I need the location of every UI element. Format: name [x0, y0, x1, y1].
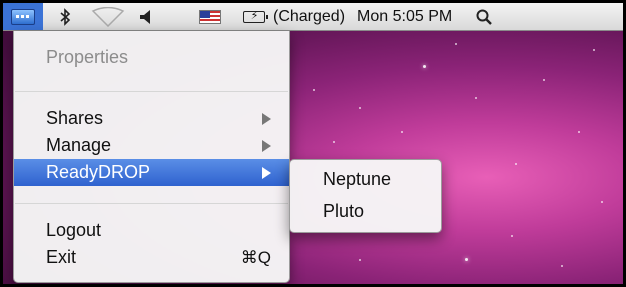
submenu-item-neptune[interactable]: Neptune: [290, 166, 441, 193]
menu-item-shares[interactable]: Shares: [14, 105, 289, 132]
star: [401, 131, 403, 133]
menu-item-exit[interactable]: Exit ⌘Q: [14, 244, 289, 271]
spotlight-menu[interactable]: [460, 3, 500, 30]
menu-item-logout[interactable]: Logout: [14, 217, 289, 244]
input-source-menu[interactable]: [161, 3, 229, 30]
wifi-menu[interactable]: [79, 3, 133, 30]
star: [423, 65, 426, 68]
keyboard-shortcut: ⌘Q: [240, 247, 271, 267]
star: [515, 163, 517, 165]
battery-icon: ⚡: [243, 10, 268, 23]
menu-item-readydrop[interactable]: ReadyDROP: [14, 159, 289, 186]
menu-clock[interactable]: Mon 5:05 PM: [353, 3, 460, 30]
spotlight-search-icon: [476, 9, 493, 25]
menu-item-label: ReadyDROP: [46, 162, 151, 182]
menu-item-label: Neptune: [323, 169, 392, 189]
submenu-arrow-icon: [262, 112, 271, 125]
menu-item-label: Logout: [46, 220, 102, 240]
menu-item-label: Exit: [46, 247, 77, 267]
star: [578, 131, 580, 133]
battery-status: (Charged): [273, 7, 346, 25]
star: [601, 201, 603, 203]
us-flag-icon: [199, 9, 221, 24]
star: [333, 141, 335, 143]
menu-item-label: Pluto: [323, 201, 365, 221]
star: [475, 97, 477, 99]
star: [455, 43, 457, 45]
clock-label: Mon 5:05 PM: [357, 7, 453, 25]
star: [543, 79, 545, 81]
status-dropdown-menu: Properties Shares Manage ReadyDROP Logou…: [13, 31, 290, 283]
bluetooth-icon: [60, 7, 71, 26]
submenu-item-pluto[interactable]: Pluto: [290, 198, 441, 225]
star: [359, 107, 361, 109]
menu-separator: [15, 91, 288, 92]
menu-bar: ⚡ (Charged) Mon 5:05 PM: [3, 3, 623, 31]
submenu-arrow-icon: [262, 139, 271, 152]
star: [313, 89, 315, 91]
star: [593, 49, 595, 51]
star: [359, 259, 361, 261]
volume-icon: [140, 9, 150, 24]
app-menu-icon: [11, 8, 35, 25]
star: [465, 258, 468, 261]
menu-item-properties[interactable]: Properties: [14, 44, 289, 71]
star: [511, 235, 513, 237]
menu-item-manage[interactable]: Manage: [14, 132, 289, 159]
menu-item-label: Properties: [46, 47, 129, 67]
volume-menu[interactable]: [133, 3, 161, 30]
menu-item-label: Shares: [46, 108, 104, 128]
menu-item-label: Manage: [46, 135, 112, 155]
app-status-menu[interactable]: [3, 3, 43, 30]
battery-menu[interactable]: ⚡ (Charged): [229, 3, 353, 30]
wifi-icon: [91, 6, 125, 27]
screenshot-frame: ⚡ (Charged) Mon 5:05 PM Properties Share…: [0, 0, 626, 287]
star: [561, 265, 563, 267]
readydrop-submenu: Neptune Pluto: [289, 159, 442, 233]
bluetooth-menu[interactable]: [43, 3, 79, 30]
menu-separator: [15, 203, 288, 204]
submenu-arrow-icon: [262, 166, 271, 179]
